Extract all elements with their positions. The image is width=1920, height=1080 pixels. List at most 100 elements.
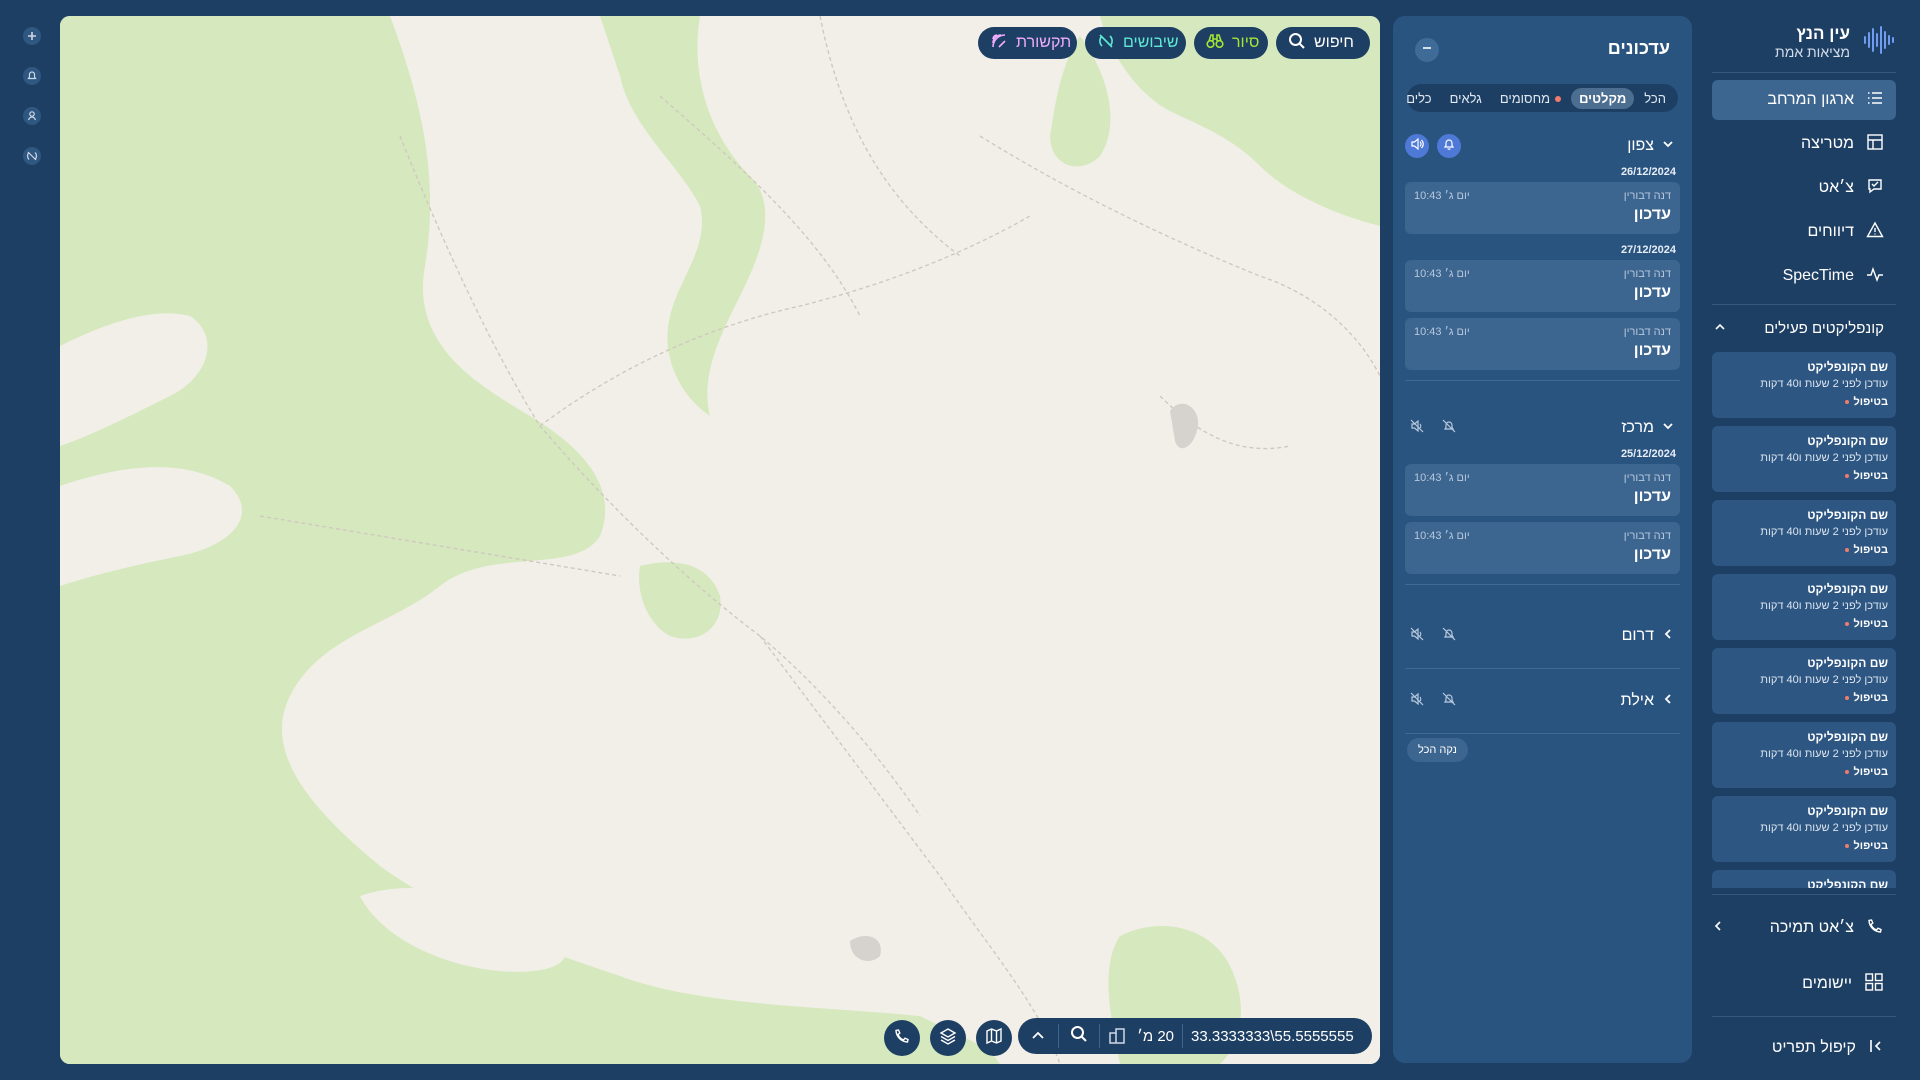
patrol-button[interactable]: סיור xyxy=(1194,27,1268,59)
app-subtitle: מציאות אמת xyxy=(1775,44,1850,60)
apps-button[interactable]: יישומים xyxy=(1712,964,1896,1004)
conflict-status: בטיפול xyxy=(1844,544,1888,556)
conflict-card[interactable]: שם הקונפליקט xyxy=(1712,870,1896,888)
conflict-title: שם הקונפליקט xyxy=(1807,656,1888,670)
update-card[interactable]: דנה דבורין יום ג׳ 10:43 עדכון xyxy=(1405,182,1680,234)
call-button[interactable] xyxy=(884,1020,920,1056)
filter-tab-all[interactable]: הכל xyxy=(1636,88,1674,109)
divider xyxy=(1405,733,1680,734)
status-dot xyxy=(1844,474,1849,478)
conflict-title: שם הקונפליקט xyxy=(1807,730,1888,744)
divider xyxy=(1405,668,1680,669)
region-name: דרום xyxy=(1621,627,1654,644)
region-toggle[interactable]: צפון xyxy=(1627,137,1680,155)
chevron-up-icon xyxy=(1031,1027,1045,1045)
update-author: דנה דבורין xyxy=(1623,472,1671,484)
divider xyxy=(1405,380,1680,381)
layers-button[interactable] xyxy=(930,1020,966,1056)
conflict-card[interactable]: שם הקונפליקט עודכן לפני 2 שעות ו40 דקות … xyxy=(1712,426,1896,492)
conflict-card[interactable]: שם הקונפליקט עודכן לפני 2 שעות ו40 דקות … xyxy=(1712,722,1896,788)
expand-button[interactable] xyxy=(1018,1018,1058,1054)
region-name: מרכז xyxy=(1621,419,1654,436)
region-toggle[interactable]: מרכז xyxy=(1621,419,1680,437)
update-text: עדכון xyxy=(1633,342,1671,359)
speaker-muted-icon xyxy=(1410,419,1424,438)
sound-toggle[interactable] xyxy=(1405,134,1429,158)
map-layers-view-button[interactable] xyxy=(976,1020,1012,1056)
update-text: עדכון xyxy=(1633,206,1671,223)
conflict-status-label: בטיפול xyxy=(1853,692,1889,704)
region-toggle[interactable]: אילת xyxy=(1621,692,1680,710)
map-search-button[interactable] xyxy=(1059,1018,1099,1054)
nav-item-reports[interactable]: דיווחים xyxy=(1712,212,1896,252)
notification-toggle[interactable] xyxy=(1437,689,1461,713)
sound-toggle[interactable] xyxy=(1405,624,1429,648)
conflict-title: שם הקונפליקט xyxy=(1807,878,1888,888)
nav-item-matrix[interactable]: מטריצה xyxy=(1712,124,1896,164)
nav-item-space-organization[interactable]: ארגון המרחב xyxy=(1712,80,1896,120)
sound-toggle[interactable] xyxy=(1405,689,1429,713)
conflict-updated: עודכן לפני 2 שעות ו40 דקות xyxy=(1760,822,1888,834)
map-view[interactable]: חיפוש סיור שיבושים תקשורת 20 מ׳ 33.33333… xyxy=(60,16,1380,1064)
region-toggle[interactable]: דרום xyxy=(1622,627,1680,645)
chevron-up-icon xyxy=(1714,320,1726,337)
region-name: צפון xyxy=(1627,137,1654,154)
update-card[interactable]: דנה דבורין יום ג׳ 10:43 עדכון xyxy=(1405,318,1680,370)
update-time: יום ג׳ 10:43 xyxy=(1414,530,1470,542)
nav-item-spectime[interactable]: SpecTime xyxy=(1712,256,1896,296)
divider xyxy=(1712,304,1896,305)
apps-label: יישומים xyxy=(1802,975,1852,992)
date-label: 27/12/2024 xyxy=(1620,244,1676,256)
conflict-title: שם הקונפליקט xyxy=(1807,804,1888,818)
update-card[interactable]: דנה דבורין יום ג׳ 10:43 עדכון xyxy=(1405,464,1680,516)
layers-icon xyxy=(939,1027,957,1050)
list-icon xyxy=(1866,89,1884,112)
date-label: 26/12/2024 xyxy=(1620,166,1676,178)
notification-toggle[interactable] xyxy=(1437,134,1461,158)
support-chat-button[interactable]: צ׳אט תמיכה xyxy=(1712,908,1896,948)
conflict-card[interactable]: שם הקונפליקט עודכן לפני 2 שעות ו40 דקות … xyxy=(1712,574,1896,640)
notification-toggle[interactable] xyxy=(1437,416,1461,440)
add-icon[interactable] xyxy=(20,24,44,48)
region-north: צפון 26/12/2024 דנה דבורין יום ג׳ 10:43 … xyxy=(1405,130,1680,381)
collapse-panel-button[interactable] xyxy=(1415,38,1439,62)
conflict-card[interactable]: שם הקונפליקט עודכן לפני 2 שעות ו40 דקות … xyxy=(1712,648,1896,714)
update-card[interactable]: דנה דבורין יום ג׳ 10:43 עדכון xyxy=(1405,260,1680,312)
filter-tab-tools[interactable]: כלים xyxy=(1398,88,1439,109)
signal-off-icon[interactable] xyxy=(20,144,44,168)
communication-button[interactable]: תקשורת xyxy=(978,27,1077,59)
update-text: עדכון xyxy=(1633,284,1671,301)
region-name: אילת xyxy=(1620,692,1654,709)
chevron-left-icon xyxy=(1662,692,1674,710)
nav-item-chat[interactable]: צ׳אט xyxy=(1712,168,1896,208)
conflict-card[interactable]: שם הקונפליקט עודכן לפני 2 שעות ו40 דקות … xyxy=(1712,500,1896,566)
divider xyxy=(1405,584,1680,585)
conflict-title: שם הקונפליקט xyxy=(1807,582,1888,596)
collapse-menu-button[interactable]: קיפול תפריט xyxy=(1712,1028,1896,1068)
scale-icon xyxy=(1100,1018,1134,1054)
filter-tab-barriers[interactable]: מחסומים xyxy=(1492,88,1569,109)
conflicts-header-label: קונפליקטים פעילים xyxy=(1764,319,1884,337)
bell-icon[interactable] xyxy=(20,64,44,88)
update-author: דנה דבורין xyxy=(1623,190,1671,202)
active-conflicts-header[interactable]: קונפליקטים פעילים xyxy=(1712,308,1896,348)
region-eilat: אילת xyxy=(1405,685,1680,734)
clear-all-button[interactable]: נקה הכל xyxy=(1407,738,1468,762)
notification-toggle[interactable] xyxy=(1437,624,1461,648)
conflict-card[interactable]: שם הקונפליקט עודכן לפני 2 שעות ו40 דקות … xyxy=(1712,796,1896,862)
person-icon[interactable] xyxy=(20,104,44,128)
filter-tab-detectors[interactable]: גלאים xyxy=(1442,88,1490,109)
search-button[interactable]: חיפוש xyxy=(1276,27,1370,59)
sound-toggle[interactable] xyxy=(1405,416,1429,440)
waveform-logo-icon xyxy=(1862,25,1896,60)
grid-icon xyxy=(1864,972,1884,997)
filter-tab-shelters[interactable]: מקלטים xyxy=(1571,87,1635,109)
conflict-updated: עודכן לפני 2 שעות ו40 דקות xyxy=(1760,748,1888,760)
update-card[interactable]: דנה דבורין יום ג׳ 10:43 עדכון xyxy=(1405,522,1680,574)
update-text: עדכון xyxy=(1633,546,1671,563)
map-canvas xyxy=(60,16,1380,1064)
jamming-button[interactable]: שיבושים xyxy=(1085,27,1186,59)
nav-item-label: מטריצה xyxy=(1801,135,1854,152)
bell-off-icon xyxy=(1442,627,1456,646)
conflict-card[interactable]: שם הקונפליקט עודכן לפני 2 שעות ו40 דקות … xyxy=(1712,352,1896,418)
